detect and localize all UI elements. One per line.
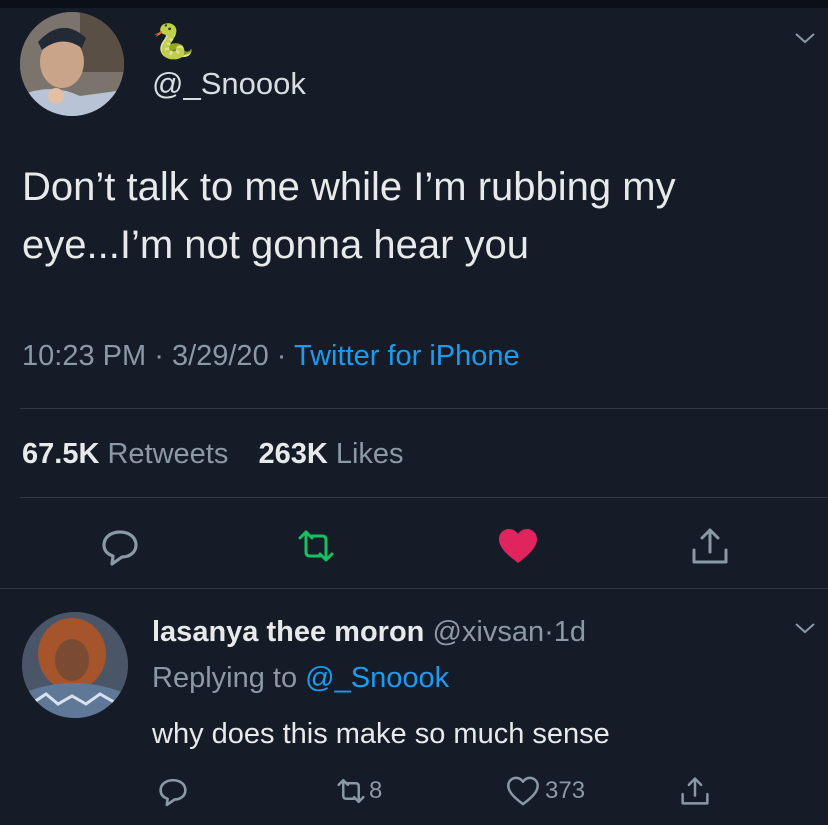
chevron-down-icon[interactable] <box>793 26 817 52</box>
reply-text: why does this make so much sense <box>152 718 610 750</box>
reply-icon[interactable] <box>98 524 142 568</box>
author-handle[interactable]: @_Snoook <box>152 66 306 102</box>
top-edge <box>0 0 828 8</box>
divider <box>0 588 828 589</box>
meta-separator: · <box>544 616 554 648</box>
share-icon[interactable] <box>688 524 732 568</box>
display-name-emoji: 🐍 <box>152 23 195 61</box>
reply-author-handle[interactable]: @xivsan <box>432 616 544 648</box>
replying-mention[interactable]: @_Snoook <box>305 662 449 694</box>
reply-retweet-count[interactable]: 8 <box>369 774 382 808</box>
retweet-icon[interactable] <box>294 524 338 568</box>
divider <box>20 497 828 498</box>
retweet-count[interactable]: 67.5K <box>22 438 99 470</box>
share-icon[interactable] <box>678 774 712 808</box>
reply-avatar-image <box>22 612 128 718</box>
reply-avatar[interactable] <box>22 612 128 718</box>
heart-icon[interactable] <box>496 524 540 568</box>
engagement-stats: 67.5K Retweets 263K Likes <box>22 434 404 474</box>
tweet-source[interactable]: Twitter for iPhone <box>294 340 520 372</box>
reply-header: lasanya thee moron @xivsan·1d <box>152 612 586 652</box>
tweet-meta: 10:23 PM · 3/29/20 · Twitter for iPhone <box>22 336 520 376</box>
retweet-icon[interactable] <box>334 774 368 808</box>
like-label[interactable]: Likes <box>336 438 404 470</box>
chevron-down-icon[interactable] <box>793 616 817 642</box>
meta-separator: · <box>276 340 287 372</box>
replying-prefix: Replying to <box>152 662 298 694</box>
tweet-time: 10:23 PM <box>22 340 147 372</box>
tweet-text: Don’t talk to me while I’m rubbing my ey… <box>22 165 676 267</box>
heart-icon[interactable] <box>506 774 540 808</box>
tweet-date: 3/29/20 <box>171 340 269 372</box>
reply-icon[interactable] <box>156 774 190 808</box>
avatar[interactable] <box>20 12 124 116</box>
reply-like-count[interactable]: 373 <box>545 774 585 808</box>
reply-author-name[interactable]: lasanya thee moron <box>152 616 424 648</box>
avatar-image <box>20 12 124 116</box>
like-count[interactable]: 263K <box>258 438 327 470</box>
meta-separator: · <box>154 340 164 372</box>
reply-age: 1d <box>553 616 587 648</box>
replying-to: Replying to @_Snoook <box>152 658 449 698</box>
divider <box>20 408 828 409</box>
retweet-label[interactable]: Retweets <box>107 438 228 470</box>
